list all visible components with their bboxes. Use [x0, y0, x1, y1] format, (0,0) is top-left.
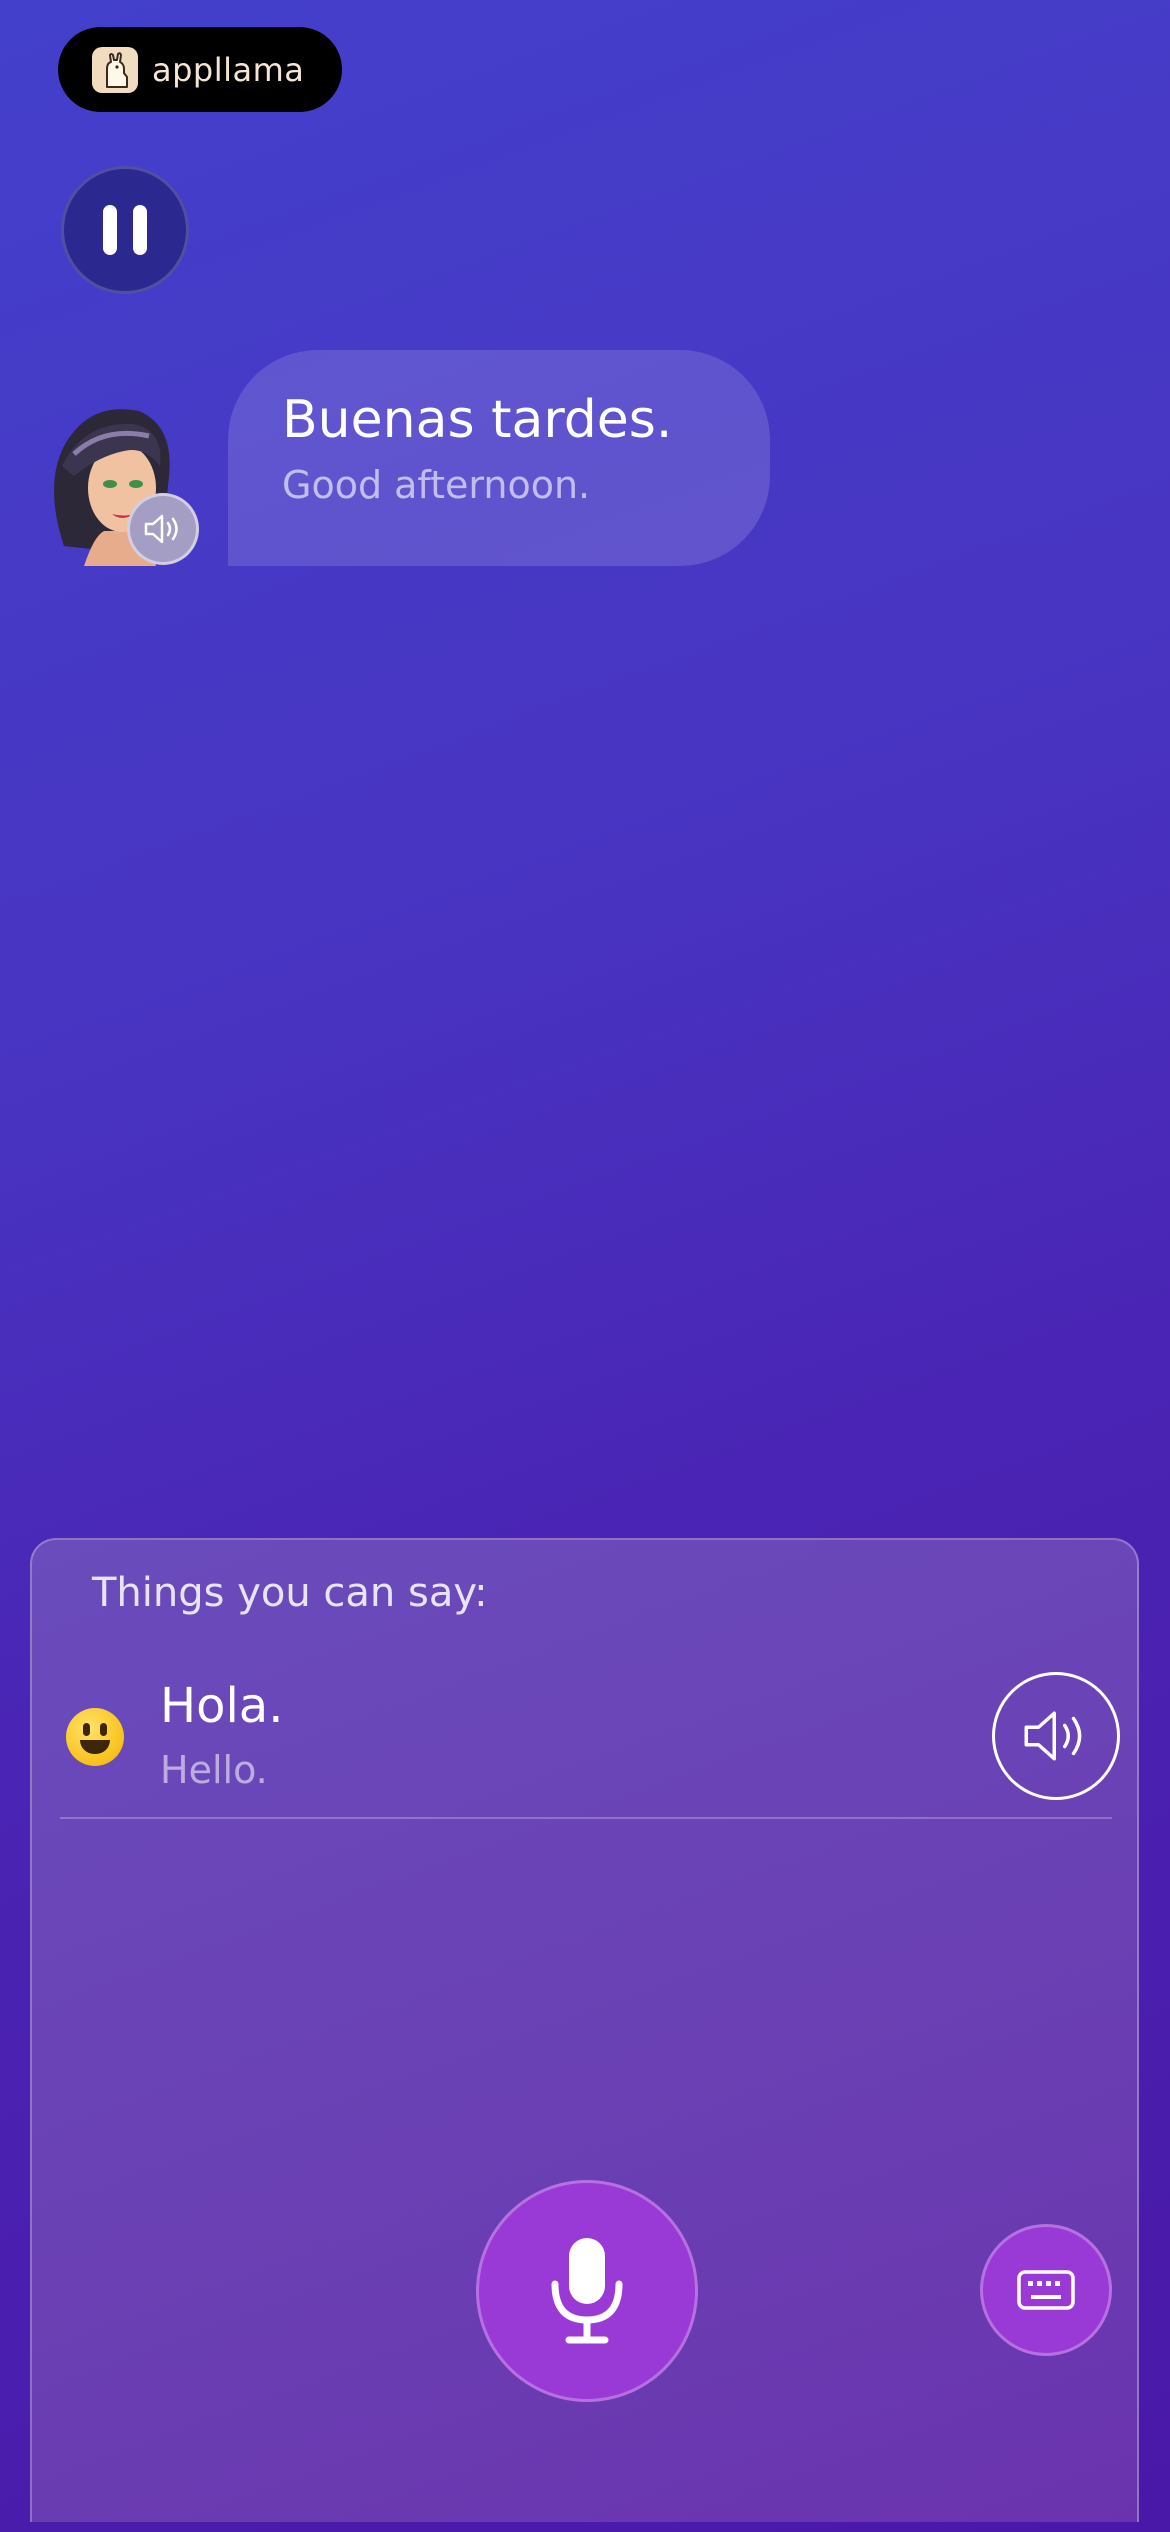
suggestions-panel: Things you can say: Hola. Hello.	[30, 1538, 1139, 2522]
message-text: Buenas tardes.	[282, 390, 673, 450]
suggestions-title: Things you can say:	[92, 1570, 488, 1616]
llama-logo-icon	[92, 46, 138, 93]
tutor-audio-button[interactable]	[127, 493, 199, 565]
suggestion-audio-button[interactable]	[992, 1672, 1120, 1800]
keyboard-icon	[1017, 2270, 1075, 2310]
microphone-icon	[551, 2238, 623, 2344]
brand-name: appllama	[152, 50, 305, 89]
smiley-emoji-icon	[66, 1708, 124, 1766]
pause-icon-bar	[133, 205, 147, 255]
suggestion-translation: Hello.	[160, 1748, 268, 1792]
message-translation: Good afternoon.	[282, 463, 591, 508]
brand-badge[interactable]: appllama	[58, 27, 342, 112]
speaker-icon	[144, 514, 178, 544]
suggestion-item[interactable]: Hola. Hello.	[32, 1668, 1141, 1818]
tutor-message-bubble[interactable]: Buenas tardes. Good afternoon.	[228, 350, 770, 566]
microphone-button[interactable]	[476, 2180, 698, 2402]
pause-button[interactable]	[61, 166, 189, 294]
suggestion-text: Hola.	[160, 1678, 284, 1734]
pause-icon	[103, 205, 117, 255]
divider	[60, 1817, 1112, 1819]
keyboard-button[interactable]	[980, 2224, 1112, 2356]
speaker-icon	[1024, 1711, 1082, 1761]
